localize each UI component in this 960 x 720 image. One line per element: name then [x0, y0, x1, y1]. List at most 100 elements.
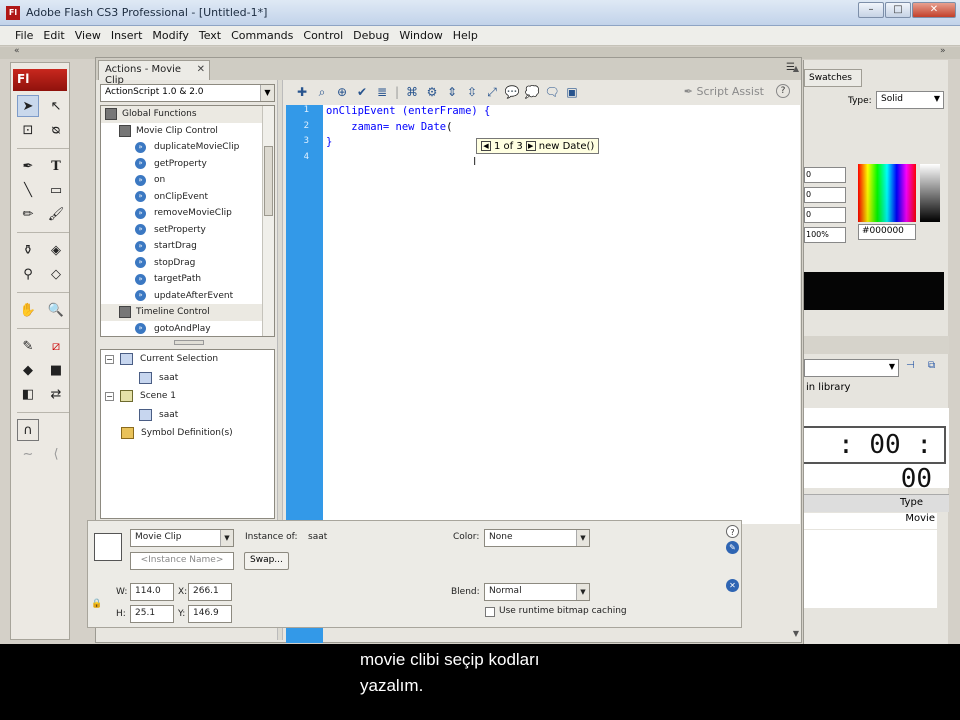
pen-tool-icon[interactable]: ✒ [17, 155, 39, 177]
library-column-header[interactable]: Type [804, 494, 949, 512]
brightness-bar[interactable] [920, 164, 940, 222]
width-field[interactable]: 114.0 [130, 583, 174, 601]
collapse-left-icon[interactable]: « [14, 46, 20, 56]
straighten-icon[interactable]: ⟨ [45, 443, 67, 465]
editor-scroll-up-icon[interactable]: ▲ [793, 64, 799, 73]
expand-all-icon[interactable]: ⤢ [484, 84, 500, 100]
fill-type-select[interactable]: Solid ▼ [876, 91, 944, 109]
toolbox-item[interactable]: » updateAfterEvent [101, 288, 274, 305]
insert-target-path-icon[interactable]: ⊕ [334, 84, 350, 100]
collapse-properties-icon[interactable]: ✕ [726, 579, 739, 592]
tab-actions-movie-clip[interactable]: Actions - Movie Clip ✕ [98, 60, 210, 86]
subselect-tool-icon[interactable]: ↖ [45, 95, 67, 117]
toolbox-item[interactable]: » onClipEvent [101, 189, 274, 206]
collapse-selection-icon[interactable]: ⇳ [464, 84, 480, 100]
pencil-tool-icon[interactable]: ✏ [17, 203, 39, 225]
menu-debug[interactable]: Debug [348, 26, 394, 46]
toolbox-folder[interactable]: Global Functions [101, 106, 274, 123]
nav-symbol-definitions[interactable]: Symbol Definition(s) [101, 424, 274, 443]
eraser-icon[interactable]: ◇ [45, 263, 67, 285]
toolbox-splitter-handle[interactable] [174, 340, 204, 345]
toolbox-folder[interactable]: Movie Clip Control [101, 123, 274, 140]
editor-scroll-down-icon[interactable]: ▼ [793, 629, 799, 638]
help-icon[interactable]: ? [776, 84, 790, 98]
toolbox-scrollbar[interactable] [262, 106, 274, 336]
collapse-right-icon[interactable]: » [940, 46, 946, 56]
next-hint-icon[interactable]: ▶ [525, 141, 536, 151]
minimize-button[interactable]: – [858, 2, 884, 18]
y-field[interactable]: 146.9 [188, 605, 232, 623]
previous-hint-icon[interactable]: ◀ [481, 141, 491, 151]
menu-commands[interactable]: Commands [226, 26, 298, 46]
toolbox-item[interactable]: » duplicateMovieClip [101, 139, 274, 156]
zoom-tool-icon[interactable]: 🔍 [45, 299, 67, 321]
toolbox-item[interactable]: » on [101, 172, 274, 189]
close-button[interactable]: ✕ [912, 2, 956, 18]
red-field[interactable]: 0 [804, 167, 846, 183]
instance-name-input[interactable]: <Instance Name> [130, 552, 234, 570]
toolbox-item[interactable]: » stopDrag [101, 255, 274, 272]
remove-comment-icon[interactable]: 🗨 [544, 84, 560, 100]
blue-field[interactable]: 0 [804, 207, 846, 223]
apply-line-comment-icon[interactable]: 💭 [524, 84, 540, 100]
x-field[interactable]: 266.1 [188, 583, 232, 601]
library-document-select[interactable]: ▼ [804, 359, 899, 377]
black-white-icon[interactable]: ◧ [17, 383, 39, 405]
symbol-type-select[interactable]: Movie Clip ▼ [130, 529, 234, 547]
stroke-color-icon[interactable]: ✎ [17, 335, 39, 357]
bitmap-caching-checkbox[interactable] [485, 607, 495, 617]
tab-swatches[interactable]: Swatches [804, 69, 862, 87]
collapse-icon[interactable]: − [105, 354, 114, 364]
swap-colors-icon[interactable]: ⇄ [45, 383, 67, 405]
toolbox-item[interactable]: » startDrag [101, 238, 274, 255]
nav-item-saat[interactable]: saat [101, 406, 274, 425]
menu-edit[interactable]: Edit [38, 26, 69, 46]
color-effect-select[interactable]: None ▼ [484, 529, 590, 547]
lasso-icon[interactable]: ᴓ [45, 119, 67, 141]
menu-text[interactable]: Text [194, 26, 226, 46]
menu-insert[interactable]: Insert [106, 26, 148, 46]
paint-bucket-icon[interactable]: ◈ [45, 239, 67, 261]
close-tab-icon[interactable]: ✕ [197, 64, 205, 75]
brush-tool-icon[interactable]: 🖌 [45, 203, 67, 225]
maximize-button[interactable]: □ [885, 2, 911, 18]
swap-button[interactable]: Swap... [244, 552, 289, 570]
menu-control[interactable]: Control [298, 26, 348, 46]
ink-bottle-icon[interactable]: ⚱ [17, 239, 39, 261]
hex-field[interactable]: #000000 [858, 224, 916, 240]
height-field[interactable]: 25.1 [130, 605, 174, 623]
code-line[interactable]: onClipEvent (enterFrame) { [326, 105, 800, 121]
library-panel-header[interactable] [804, 336, 949, 354]
menu-modify[interactable]: Modify [147, 26, 193, 46]
toolbox-item[interactable]: » getProperty [101, 156, 274, 173]
toolbox-item[interactable]: » gotoAndPlay [101, 321, 274, 337]
check-syntax-icon[interactable]: ✔ [354, 84, 370, 100]
collapse-icon[interactable]: − [105, 391, 114, 401]
actionscript-version-select[interactable]: ActionScript 1.0 & 2.0 ▼ [100, 84, 275, 102]
lock-icon[interactable]: 🔒 [91, 599, 102, 609]
script-assist-button[interactable]: ✒ Script Assist [684, 85, 764, 98]
green-field[interactable]: 0 [804, 187, 846, 203]
nav-scene[interactable]: − Scene 1 [101, 387, 274, 406]
find-icon[interactable]: ⌕ [314, 84, 330, 100]
hand-tool-icon[interactable]: ✋ [17, 299, 39, 321]
snap-magnet-icon[interactable]: ∩ [17, 419, 39, 441]
code-line[interactable]: zaman= new Date( [326, 121, 800, 137]
black-fill-swatch-icon[interactable]: ■ [45, 359, 67, 381]
fill-color-icon[interactable]: ⧄ [45, 335, 67, 357]
free-transform-icon[interactable]: ⊡ [17, 119, 39, 141]
toolbox-item[interactable]: » removeMovieClip [101, 205, 274, 222]
nav-item-saat[interactable]: saat [101, 369, 274, 388]
apply-block-comment-icon[interactable]: 💬 [504, 84, 520, 100]
text-tool-icon[interactable]: T [45, 155, 67, 177]
color-spectrum[interactable] [858, 164, 916, 222]
eyedropper-icon[interactable]: ⚲ [17, 263, 39, 285]
add-item-icon[interactable]: ✚ [294, 84, 310, 100]
rectangle-tool-icon[interactable]: ▭ [45, 179, 67, 201]
help-icon[interactable]: ? [726, 525, 739, 538]
menu-help[interactable]: Help [448, 26, 483, 46]
scroll-thumb[interactable] [264, 146, 273, 216]
blend-mode-select[interactable]: Normal ▼ [484, 583, 590, 601]
new-library-icon[interactable]: ⧉ [928, 360, 935, 371]
show-code-hint-icon[interactable]: ⌘ [404, 84, 420, 100]
